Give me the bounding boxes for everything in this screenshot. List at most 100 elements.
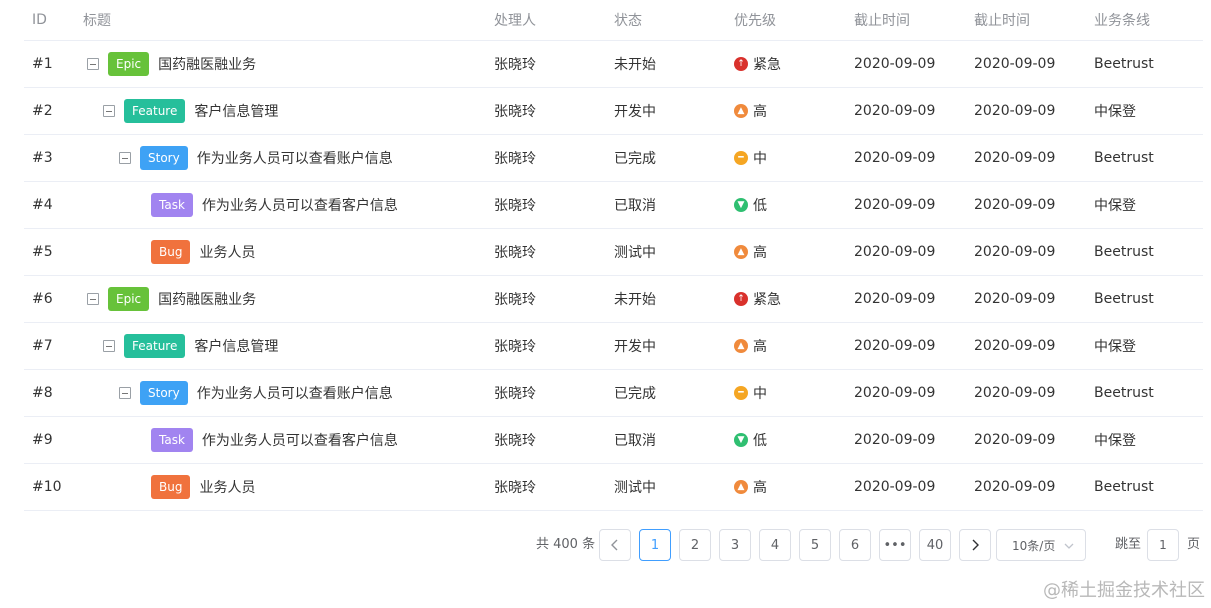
row-deadline-2: 2020-09-09: [974, 150, 1056, 166]
collapse-toggle-icon[interactable]: [119, 152, 131, 164]
row-deadline-2: 2020-09-09: [974, 432, 1056, 448]
row-id: #10: [32, 479, 62, 495]
row-owner: 张晓玲: [494, 386, 536, 402]
row-title[interactable]: 作为业务人员可以查看客户信息: [202, 195, 398, 215]
row-owner: 张晓玲: [494, 292, 536, 308]
row-deadline-2: 2020-09-09: [974, 197, 1056, 213]
table-row[interactable]: #3 Story 作为业务人员可以查看账户信息 张晓玲 已完成 ━ 中 2020-09-09 2…: [24, 135, 1203, 182]
collapse-toggle-icon[interactable]: [119, 387, 131, 399]
priority-label: 高: [753, 480, 767, 496]
header-priority: 优先级: [734, 13, 776, 29]
row-priority: ▲ 高: [734, 229, 767, 275]
jump-prefix: 跳至: [1115, 537, 1142, 552]
row-owner: 张晓玲: [494, 104, 536, 120]
priority-label: 中: [753, 151, 767, 167]
row-priority: ▼ 低: [734, 182, 767, 228]
priority-label: 低: [753, 433, 767, 449]
table-row[interactable]: #9 Task 作为业务人员可以查看客户信息 张晓玲 已取消 ▼ 低 2020-09-09 20…: [24, 417, 1203, 464]
row-status: 开发中: [614, 104, 656, 120]
more-pages-button[interactable]: •••: [879, 529, 911, 561]
row-status: 已完成: [614, 151, 656, 167]
jump-page-input[interactable]: 1: [1147, 529, 1179, 561]
type-tag: Story: [140, 381, 188, 405]
row-id: #2: [32, 103, 53, 119]
row-priority: ▲ 高: [734, 464, 767, 510]
row-business-line: Beetrust: [1094, 150, 1154, 166]
table-row[interactable]: #10 Bug 业务人员 张晓玲 测试中 ▲ 高 2020-09-09 2020-09-09 Be…: [24, 464, 1203, 511]
priority-label: 紧急: [753, 292, 781, 308]
row-business-line: Beetrust: [1094, 244, 1154, 260]
prev-page-button[interactable]: [599, 529, 631, 561]
row-id: #7: [32, 338, 53, 354]
row-deadline: 2020-09-09: [854, 291, 936, 307]
table-body: #1 Epic 国药融医融业务 张晓玲 未开始 ↑ 紧急 2020-09-09 2020-09-…: [24, 41, 1203, 511]
priority-label: 高: [753, 245, 767, 261]
row-title[interactable]: 客户信息管理: [194, 101, 278, 121]
row-business-line: 中保登: [1094, 339, 1136, 355]
row-title-cell: Bug 业务人员: [151, 464, 255, 510]
row-id: #3: [32, 150, 53, 166]
page-button[interactable]: 3: [719, 529, 751, 561]
row-status: 已完成: [614, 386, 656, 402]
collapse-toggle-icon[interactable]: [87, 58, 99, 70]
table-row[interactable]: #8 Story 作为业务人员可以查看账户信息 张晓玲 已完成 ━ 中 2020-09-09 2…: [24, 370, 1203, 417]
row-deadline-2: 2020-09-09: [974, 291, 1056, 307]
page-size-select[interactable]: 10条/页: [996, 529, 1086, 561]
page-button[interactable]: 6: [839, 529, 871, 561]
row-owner: 张晓玲: [494, 151, 536, 167]
row-title[interactable]: 作为业务人员可以查看客户信息: [202, 430, 398, 450]
collapse-toggle-icon[interactable]: [87, 293, 99, 305]
arrow-up-icon: ↑: [734, 292, 748, 306]
pagination-total: 共 400 条: [536, 537, 596, 552]
row-id: #1: [32, 56, 53, 72]
row-title-cell: Feature 客户信息管理: [103, 323, 278, 369]
table-row[interactable]: #2 Feature 客户信息管理 张晓玲 开发中 ▲ 高 2020-09-09 2020-09…: [24, 88, 1203, 135]
row-title-cell: Epic 国药融医融业务: [87, 276, 256, 322]
collapse-toggle-icon[interactable]: [103, 340, 115, 352]
row-priority: ↑ 紧急: [734, 41, 781, 87]
row-owner: 张晓玲: [494, 198, 536, 214]
row-title[interactable]: 业务人员: [199, 477, 255, 497]
page-button[interactable]: 5: [799, 529, 831, 561]
row-title[interactable]: 客户信息管理: [194, 336, 278, 356]
row-deadline: 2020-09-09: [854, 479, 936, 495]
table-row[interactable]: #6 Epic 国药融医融业务 张晓玲 未开始 ↑ 紧急 2020-09-09 2020-09-…: [24, 276, 1203, 323]
priority-label: 紧急: [753, 57, 781, 73]
row-business-line: Beetrust: [1094, 479, 1154, 495]
table-row[interactable]: #4 Task 作为业务人员可以查看客户信息 张晓玲 已取消 ▼ 低 2020-09-09 20…: [24, 182, 1203, 229]
row-status: 未开始: [614, 292, 656, 308]
chevron-right-icon: [972, 539, 979, 551]
table-row[interactable]: #5 Bug 业务人员 张晓玲 测试中 ▲ 高 2020-09-09 2020-09-09 Bee…: [24, 229, 1203, 276]
row-title[interactable]: 作为业务人员可以查看账户信息: [197, 383, 393, 403]
minus-icon: ━: [734, 151, 748, 165]
row-title[interactable]: 国药融医融业务: [158, 289, 256, 309]
page-size-value: 10条/页: [1012, 538, 1056, 553]
row-id: #6: [32, 291, 53, 307]
type-tag: Bug: [151, 475, 191, 499]
row-priority: ▼ 低: [734, 417, 767, 463]
type-tag: Task: [151, 428, 193, 452]
page-button[interactable]: 4: [759, 529, 791, 561]
row-title[interactable]: 业务人员: [199, 242, 255, 262]
type-tag: Epic: [108, 287, 150, 311]
page-button[interactable]: 40: [919, 529, 951, 561]
table-row[interactable]: #7 Feature 客户信息管理 张晓玲 开发中 ▲ 高 2020-09-09 2020-09…: [24, 323, 1203, 370]
row-deadline: 2020-09-09: [854, 56, 936, 72]
table-row[interactable]: #1 Epic 国药融医融业务 张晓玲 未开始 ↑ 紧急 2020-09-09 2020-09-…: [24, 41, 1203, 88]
header-deadline: 截止时间: [854, 13, 910, 29]
row-title[interactable]: 国药融医融业务: [158, 54, 256, 74]
row-business-line: 中保登: [1094, 433, 1136, 449]
row-business-line: 中保登: [1094, 104, 1136, 120]
row-id: #9: [32, 432, 53, 448]
type-tag: Feature: [124, 334, 186, 358]
page-button[interactable]: 1: [639, 529, 671, 561]
row-owner: 张晓玲: [494, 339, 536, 355]
row-priority: ▲ 高: [734, 88, 767, 134]
row-priority: ━ 中: [734, 370, 767, 416]
next-page-button[interactable]: [959, 529, 991, 561]
page-button[interactable]: 2: [679, 529, 711, 561]
row-owner: 张晓玲: [494, 57, 536, 73]
row-deadline: 2020-09-09: [854, 103, 936, 119]
collapse-toggle-icon[interactable]: [103, 105, 115, 117]
row-title[interactable]: 作为业务人员可以查看账户信息: [197, 148, 393, 168]
